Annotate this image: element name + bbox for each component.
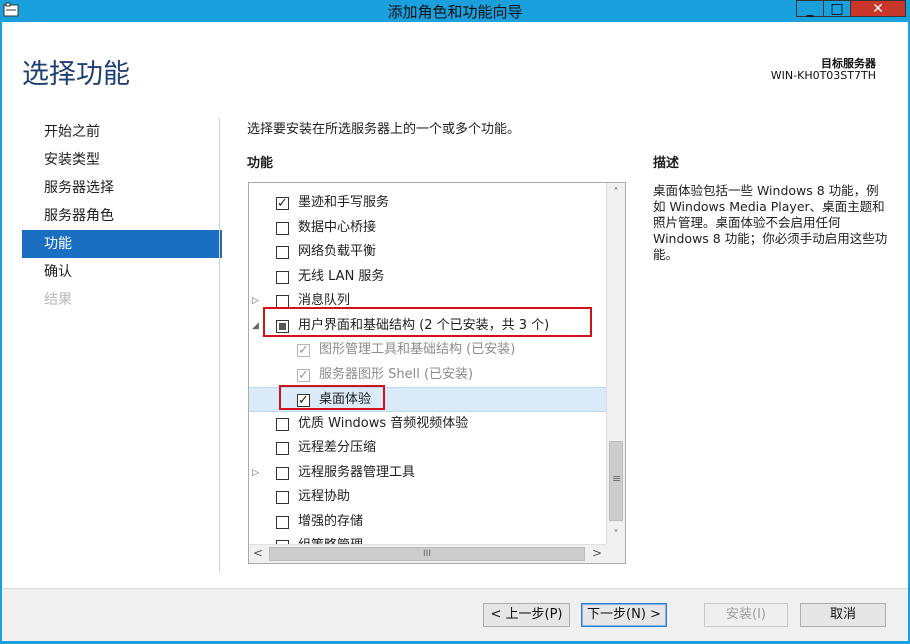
intro-text: 选择要安装在所选服务器上的一个或多个功能。	[247, 122, 521, 137]
feature-checkbox[interactable]	[276, 491, 289, 504]
feature-row-ink-handwriting[interactable]: 墨迹和手写服务	[249, 191, 606, 216]
feature-checkbox[interactable]	[276, 417, 289, 431]
nav-item-features[interactable]: 功能	[22, 230, 222, 258]
feature-label: 增强的存储	[298, 513, 364, 529]
page-title: 选择功能	[22, 59, 130, 90]
feature-row-wireless-lan[interactable]: 无线 LAN 服务	[249, 265, 606, 290]
scroll-left-arrow-icon[interactable]: <	[253, 546, 263, 560]
feature-checkbox[interactable]	[276, 442, 289, 455]
feature-label: 无线 LAN 服务	[298, 268, 385, 284]
window-title: 添加角色和功能向导	[387, 3, 523, 21]
horizontal-scroll-thumb[interactable]: III	[269, 547, 585, 561]
feature-label: 远程差分压缩	[298, 440, 377, 455]
scrollbar-corner	[606, 544, 625, 563]
feature-row-network-load-balancing[interactable]: 网络负载平衡	[249, 240, 606, 265]
highlight-box-user-interfaces	[263, 307, 592, 337]
nav-item-server-selection[interactable]: 服务器选择	[22, 174, 222, 202]
horizontal-scrollbar[interactable]: < III >	[249, 544, 606, 563]
scroll-down-arrow-icon[interactable]: ˅	[609, 527, 623, 543]
vertical-scrollbar[interactable]: ˄ ˅	[606, 183, 625, 545]
feature-checkbox[interactable]	[276, 515, 289, 529]
nav-item-installation-type[interactable]: 安装类型	[22, 146, 222, 174]
feature-checkbox[interactable]	[276, 221, 289, 235]
scroll-up-arrow-icon[interactable]: ˄	[609, 185, 623, 201]
feature-row-quality-av-experience[interactable]: 优质 Windows 音频视频体验	[249, 412, 606, 437]
feature-label: 服务器图形 Shell (已安装)	[319, 366, 474, 382]
previous-button[interactable]: < 上一步(P)	[483, 603, 570, 627]
expand-arrow-icon[interactable]: ▷	[252, 289, 262, 313]
maximize-button[interactable]: □	[823, 0, 851, 17]
nav-item-before-you-begin[interactable]: 开始之前	[22, 118, 222, 146]
scroll-right-arrow-icon[interactable]: >	[592, 546, 602, 560]
feature-row-server-graphical-shell[interactable]: 服务器图形 Shell (已安装)	[249, 363, 606, 388]
feature-row-remote-server-admin-tools[interactable]: ▷ 远程服务器管理工具	[249, 461, 606, 486]
feature-label: 网络负载平衡	[298, 244, 377, 259]
expand-arrow-icon[interactable]: ▷	[252, 461, 262, 485]
nav-item-confirmation[interactable]: 确认	[22, 258, 222, 286]
cancel-button[interactable]: 取消	[800, 603, 886, 627]
window-frame-left	[0, 22, 2, 644]
close-button[interactable]: ✕	[850, 0, 906, 17]
description-heading: 描述	[653, 156, 680, 171]
feature-checkbox[interactable]	[276, 270, 289, 284]
feature-checkbox	[297, 339, 310, 363]
feature-checkbox[interactable]	[276, 246, 289, 259]
feature-label: 数据中心桥接	[298, 219, 377, 235]
feature-checkbox	[297, 364, 310, 388]
description-text: 桌面体验包括一些 Windows 8 功能，例如 Windows Media P…	[653, 183, 888, 262]
highlight-box-desktop-experience	[279, 385, 385, 410]
feature-row-graphical-management-tools[interactable]: 图形管理工具和基础结构 (已安装)	[249, 338, 606, 363]
feature-label: 墨迹和手写服务	[298, 195, 390, 210]
feature-label: 图形管理工具和基础结构 (已安装)	[319, 342, 516, 357]
feature-row-remote-differential-compression[interactable]: 远程差分压缩	[249, 436, 606, 461]
nav-item-results: 结果	[44, 292, 72, 308]
wizard-nav: 开始之前 安装类型 服务器选择 服务器角色 功能 确认 结果	[22, 118, 222, 314]
feature-row-data-center-bridging[interactable]: 数据中心桥接	[249, 216, 606, 241]
feature-row-enhanced-storage[interactable]: 增强的存储	[249, 510, 606, 535]
nav-item-server-roles[interactable]: 服务器角色	[22, 202, 222, 230]
title-bar: 添加角色和功能向导 _ □ ✕	[0, 0, 910, 22]
features-heading: 功能	[247, 156, 274, 171]
minimize-button[interactable]: _	[796, 0, 824, 17]
target-server-name: WIN-KH0T03ST7TH	[770, 69, 876, 82]
feature-row-remote-assistance[interactable]: 远程协助	[249, 485, 606, 510]
feature-label: 优质 Windows 音频视频体验	[298, 415, 469, 431]
vertical-scroll-thumb[interactable]	[609, 441, 623, 521]
collapse-arrow-icon[interactable]: ◢	[252, 314, 262, 338]
feature-checkbox[interactable]	[276, 192, 289, 216]
feature-label: 远程协助	[298, 489, 351, 504]
next-button[interactable]: 下一步(N) >	[581, 603, 667, 627]
nav-divider	[219, 118, 220, 572]
features-list-rows: 墨迹和手写服务 数据中心桥接 网络负载平衡 无线 LAN 服务 ▷ 消息队列 ◢…	[249, 191, 606, 545]
feature-checkbox[interactable]	[276, 466, 289, 480]
feature-label: 远程服务器管理工具	[298, 464, 416, 480]
features-list[interactable]: 墨迹和手写服务 数据中心桥接 网络负载平衡 无线 LAN 服务 ▷ 消息队列 ◢…	[248, 182, 626, 564]
install-button: 安装(I)	[704, 603, 788, 627]
